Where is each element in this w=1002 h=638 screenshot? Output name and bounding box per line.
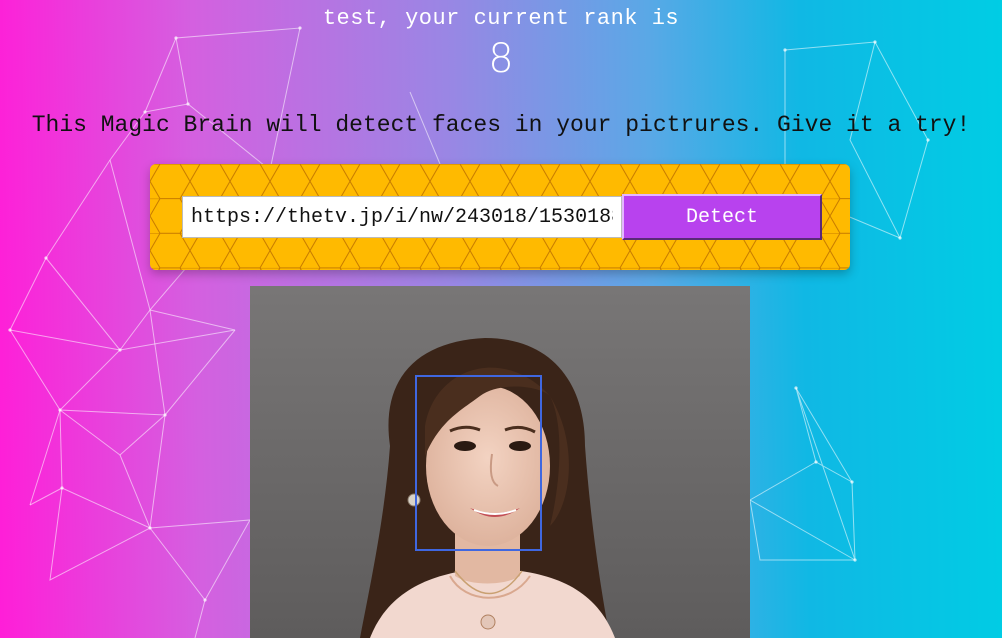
rank-message: test, your current rank is — [322, 6, 680, 31]
image-link-form: Detect — [150, 164, 850, 270]
rank-value: 8 — [488, 36, 514, 82]
face-bounding-box — [415, 375, 542, 551]
image-url-input[interactable] — [182, 196, 622, 238]
detect-button[interactable]: Detect — [622, 194, 822, 240]
input-photo — [250, 286, 750, 638]
tagline: This Magic Brain will detect faces in yo… — [31, 112, 971, 138]
